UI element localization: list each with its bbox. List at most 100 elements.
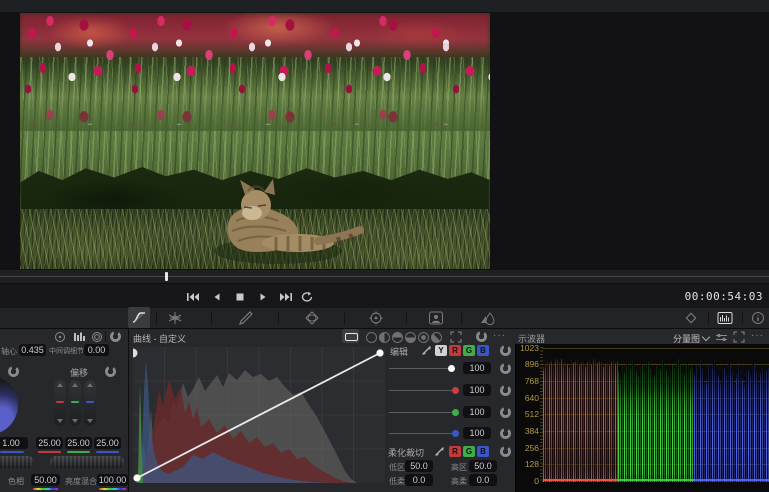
high-soft-value[interactable]: 0.0 [469, 474, 497, 486]
b-gain-value[interactable]: 100 [463, 427, 491, 439]
info-button[interactable] [750, 311, 766, 325]
low-clip-label: 低区 [389, 462, 405, 473]
viewer-video[interactable] [20, 13, 490, 269]
curve-mode-hue-vs-lum-icon[interactable] [392, 332, 403, 343]
first-frame-button[interactable] [186, 291, 200, 303]
curve-mode-hue-vs-hue-icon[interactable] [366, 332, 377, 343]
video-cat [198, 171, 368, 269]
soft-clip-b-button[interactable]: B [477, 446, 489, 457]
step-back-button[interactable] [210, 291, 224, 303]
offset-blue-value[interactable]: 25.00 [94, 437, 121, 449]
offset-green-bar[interactable] [69, 380, 81, 426]
chevron-down-icon[interactable] [702, 333, 710, 341]
r-gain-value[interactable]: 100 [463, 384, 491, 396]
soft-clip-r-button[interactable]: R [449, 446, 461, 457]
curves-expand-icon[interactable] [450, 331, 462, 343]
primaries-bars-panel: 轴心 0.435 中间调细节 0.00 偏移 1.00 25.00 25.00 … [0, 329, 129, 492]
stop-button[interactable] [233, 291, 247, 303]
curve-mode-hue-vs-sat-icon[interactable] [379, 332, 390, 343]
lum-mix-value[interactable]: 100.00 [97, 474, 128, 486]
curves-palette-tab[interactable] [128, 307, 150, 328]
channel-r-button[interactable]: R [449, 345, 461, 356]
timecode-display[interactable]: 00:00:54:03 [685, 290, 763, 303]
red-underline [38, 451, 61, 453]
r-gain-slider[interactable] [389, 390, 455, 391]
green-baseline [618, 479, 694, 481]
b-gain-reset-icon[interactable] [500, 428, 511, 439]
curve-mode-lum-vs-sat-icon[interactable] [405, 332, 416, 343]
last-frame-button[interactable] [279, 291, 293, 303]
toolbar-separator [344, 311, 345, 325]
color-warper-palette-tab[interactable] [167, 311, 183, 325]
edit-gang-link-icon[interactable] [421, 345, 432, 356]
soft-clip-reset-icon[interactable] [500, 446, 511, 457]
scrubber-playhead[interactable] [165, 272, 168, 281]
wheels-mode-icon[interactable] [53, 331, 67, 343]
soft-clip-g-button[interactable]: G [463, 446, 475, 457]
channel-b-button[interactable]: B [477, 345, 489, 356]
hue-value[interactable]: 50.00 [31, 474, 60, 486]
r-gain-slider-dot[interactable] [452, 387, 459, 394]
scope-menu-dots[interactable]: ··· [751, 330, 764, 341]
offset-master-wheel[interactable] [50, 456, 124, 468]
curve-graph[interactable] [133, 347, 385, 483]
scale-384: 384 [517, 427, 539, 435]
offset-reset-icon[interactable] [105, 366, 116, 377]
qualifier-palette-tab[interactable] [237, 311, 253, 325]
channel-g-button[interactable]: G [463, 345, 475, 356]
master-value[interactable]: 1.00 [0, 437, 28, 449]
midtone-detail-value[interactable]: 0.00 [84, 344, 109, 356]
scrubber-track[interactable] [0, 276, 769, 277]
viewer-timeline-scrubber[interactable] [0, 270, 769, 283]
scope-expand-icon[interactable] [733, 331, 745, 343]
r-gain-reset-icon[interactable] [500, 385, 511, 396]
magic-mask-palette-tab[interactable] [428, 311, 444, 325]
blur-palette-tab[interactable] [480, 311, 496, 325]
curves-menu-dots[interactable]: ··· [493, 330, 506, 341]
master-wheel[interactable] [0, 456, 34, 468]
curve-mode-sat-vs-sat-icon[interactable] [418, 332, 429, 343]
g-gain-slider[interactable] [389, 412, 455, 413]
play-button[interactable] [256, 291, 270, 303]
bars-mode-icon[interactable] [72, 331, 86, 343]
pivot-label: 轴心 [1, 346, 17, 357]
edit-reset-icon[interactable] [500, 345, 511, 356]
pivot-value[interactable]: 0.435 [19, 344, 46, 356]
channel-y-button[interactable]: Y [435, 345, 447, 356]
offset-red-value[interactable]: 25.00 [36, 437, 63, 449]
y-gain-value[interactable]: 100 [463, 362, 491, 374]
y-gain-slider-dot[interactable] [448, 365, 455, 372]
toolbar-separator [742, 311, 743, 325]
waveform-scope[interactable]: 1023 896 768 640 512 384 256 128 0 [515, 344, 769, 492]
offset-blue-bar[interactable] [84, 380, 96, 426]
y-gain-reset-icon[interactable] [500, 363, 511, 374]
curve-mode-custom-icon[interactable] [342, 329, 359, 343]
loop-button[interactable] [300, 291, 314, 303]
curves-reset-icon[interactable] [476, 331, 487, 342]
offset-reset-left-icon[interactable] [8, 366, 19, 377]
y-gain-slider[interactable] [389, 368, 455, 369]
scopes-panel-button[interactable] [717, 311, 733, 325]
tracker-palette-tab[interactable] [368, 311, 384, 325]
b-gain-slider[interactable] [389, 433, 455, 434]
log-wheels-mode-icon[interactable] [90, 331, 104, 343]
toolbar-separator [211, 311, 212, 325]
offset-color-wheel[interactable] [0, 375, 18, 435]
offset-green-value[interactable]: 25.00 [65, 437, 92, 449]
low-clip-value[interactable]: 50.0 [405, 460, 433, 472]
keyframes-panel-button[interactable] [683, 311, 699, 325]
b-gain-slider-dot[interactable] [452, 430, 459, 437]
g-gain-reset-icon[interactable] [500, 407, 511, 418]
curve-mode-sat-vs-lum-icon[interactable] [431, 332, 442, 343]
low-soft-value[interactable]: 0.0 [405, 474, 433, 486]
window-palette-tab[interactable] [304, 311, 320, 325]
g-gain-value[interactable]: 100 [463, 406, 491, 418]
offset-red-bar[interactable] [54, 380, 66, 426]
scale-640: 640 [517, 394, 539, 402]
waveform-green-channel [618, 352, 694, 482]
g-gain-slider-dot[interactable] [452, 409, 459, 416]
scope-settings-icon[interactable] [715, 332, 728, 343]
high-clip-value[interactable]: 50.0 [469, 460, 497, 472]
panel-reset-icon[interactable] [110, 331, 121, 342]
soft-clip-gang-link-icon[interactable] [434, 446, 445, 457]
